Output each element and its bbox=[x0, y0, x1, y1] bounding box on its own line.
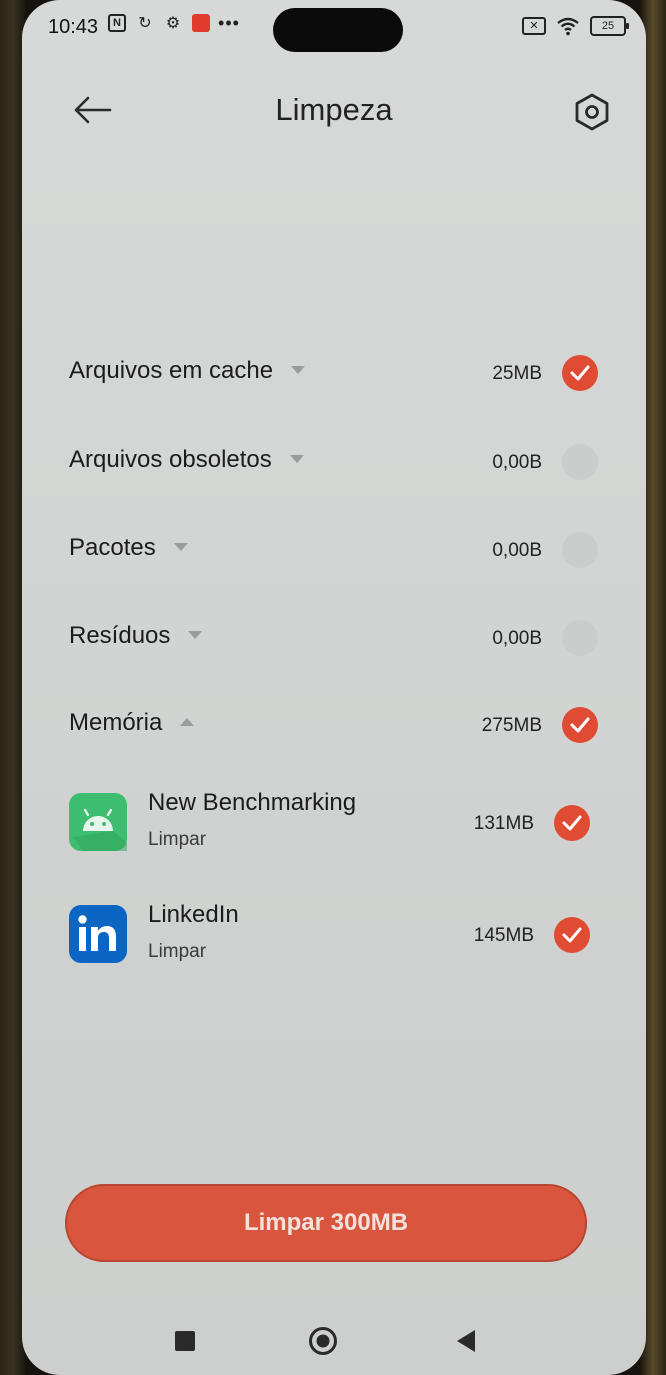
navigation-bar bbox=[22, 1310, 646, 1370]
category-size: 0,00B bbox=[492, 540, 542, 561]
chevron-down-icon bbox=[173, 542, 188, 551]
app-row-new-benchmarking[interactable]: New Benchmarking Limpar 131MB bbox=[22, 783, 646, 867]
page-title: Limpeza bbox=[275, 92, 393, 127]
category-size: 25MB bbox=[492, 363, 542, 384]
linkedin-icon bbox=[69, 905, 127, 963]
battery-icon: 25 bbox=[590, 16, 629, 36]
app-action-label: Limpar bbox=[148, 829, 207, 850]
nfc-icon: N bbox=[108, 14, 126, 32]
gear-icon: ⚙ bbox=[165, 15, 181, 32]
check-icon bbox=[570, 365, 590, 381]
chevron-down-icon bbox=[289, 454, 304, 463]
category-row-cache[interactable]: Arquivos em cache 25MB bbox=[22, 343, 646, 403]
clean-button[interactable]: Limpar 300MB bbox=[65, 1184, 587, 1262]
category-size: 0,00B bbox=[492, 452, 542, 473]
app-name: LinkedIn bbox=[148, 901, 239, 928]
category-label: Pacotes bbox=[69, 534, 188, 562]
header: Limpeza bbox=[22, 80, 646, 140]
home-circle-icon bbox=[309, 1327, 337, 1355]
category-size: 0,00B bbox=[492, 628, 542, 649]
check-icon bbox=[570, 717, 590, 733]
phone-frame: 10:43 N ↻ ⚙ ••• ✕ 25 Limpeza Arquivos em… bbox=[0, 0, 666, 1375]
category-row-residues[interactable]: Resíduos 0,00B bbox=[22, 608, 646, 668]
camera-notch bbox=[273, 8, 403, 52]
app-name: New Benchmarking bbox=[148, 789, 357, 816]
category-size: 275MB bbox=[481, 715, 542, 736]
chevron-up-icon bbox=[180, 717, 195, 726]
settings-hexagon-icon bbox=[575, 93, 609, 131]
sync-icon: ↻ bbox=[138, 15, 152, 32]
checkbox-obsolete[interactable] bbox=[562, 444, 598, 480]
app-size: 145MB bbox=[473, 925, 534, 946]
no-sim-icon: ✕ bbox=[522, 17, 546, 35]
checkbox-cache[interactable] bbox=[562, 355, 598, 391]
notification-app-icon bbox=[192, 14, 210, 32]
more-notifications-icon: ••• bbox=[218, 12, 240, 33]
checkbox-memory[interactable] bbox=[562, 707, 598, 743]
check-icon bbox=[562, 815, 582, 831]
status-icons-right: ✕ 25 bbox=[522, 16, 629, 36]
category-row-packages[interactable]: Pacotes 0,00B bbox=[22, 520, 646, 580]
chevron-down-icon bbox=[188, 630, 203, 639]
screen: 10:43 N ↻ ⚙ ••• ✕ 25 Limpeza Arquivos em… bbox=[22, 0, 646, 1375]
settings-button[interactable] bbox=[570, 90, 614, 134]
category-label: Memória bbox=[69, 709, 195, 737]
app-row-linkedin[interactable]: LinkedIn Limpar 145MB bbox=[22, 895, 646, 979]
category-row-memory[interactable]: Memória 275MB bbox=[22, 695, 646, 755]
category-label: Arquivos em cache bbox=[69, 357, 306, 385]
checkbox-residues[interactable] bbox=[562, 620, 598, 656]
wifi-icon bbox=[557, 17, 579, 36]
category-row-obsolete[interactable]: Arquivos obsoletos 0,00B bbox=[22, 432, 646, 492]
android-icon bbox=[69, 793, 127, 851]
checkbox-linkedin[interactable] bbox=[554, 917, 590, 953]
status-time: 10:43 bbox=[48, 16, 99, 38]
category-label: Arquivos obsoletos bbox=[69, 446, 304, 474]
check-icon bbox=[562, 927, 582, 943]
category-label: Resíduos bbox=[69, 622, 203, 650]
status-icons-left: N ↻ ⚙ ••• bbox=[108, 12, 240, 33]
back-nav-button[interactable] bbox=[452, 1326, 482, 1356]
checkbox-packages[interactable] bbox=[562, 532, 598, 568]
square-icon bbox=[175, 1331, 195, 1351]
recents-button[interactable] bbox=[170, 1326, 200, 1356]
status-bar: 10:43 N ↻ ⚙ ••• ✕ 25 bbox=[22, 0, 646, 56]
chevron-down-icon bbox=[291, 365, 306, 374]
home-button[interactable] bbox=[308, 1326, 338, 1356]
checkbox-new-benchmarking[interactable] bbox=[554, 805, 590, 841]
app-action-label: Limpar bbox=[148, 941, 207, 962]
app-size: 131MB bbox=[473, 813, 534, 834]
triangle-back-icon bbox=[457, 1330, 475, 1352]
